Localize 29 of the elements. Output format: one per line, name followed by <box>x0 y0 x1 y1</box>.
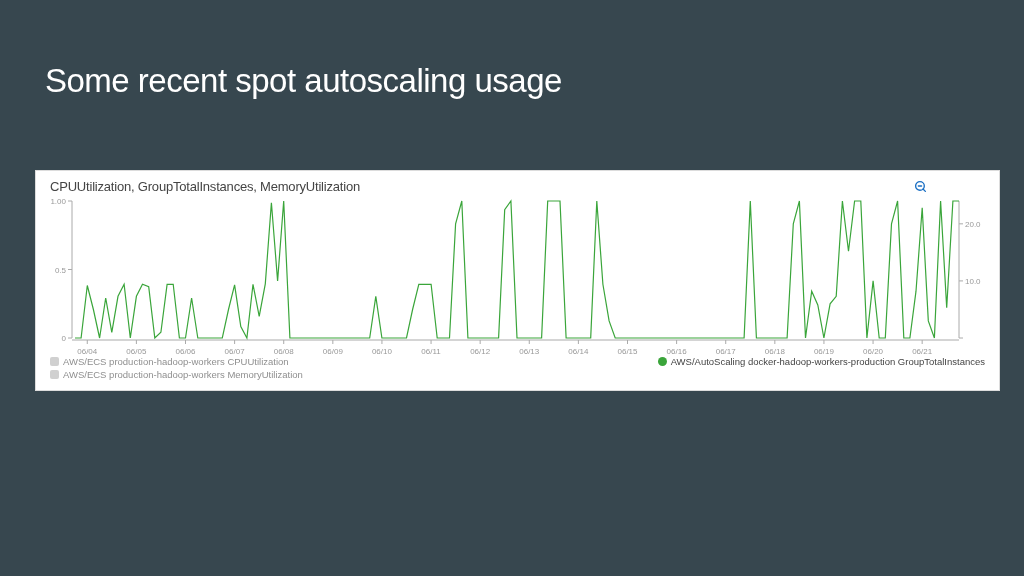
axis-label: 0.5 <box>54 265 66 275</box>
axis-label: 20.0 <box>965 219 981 229</box>
axis-label: 06/13 <box>519 347 540 356</box>
axis-label: 06/06 <box>175 347 196 356</box>
axis-label: 06/11 <box>421 347 441 356</box>
zoom-out-icon[interactable] <box>914 180 927 193</box>
axis-label: 1.00 <box>50 197 66 206</box>
axis-label: 06/07 <box>224 347 245 356</box>
axis-label: 06/16 <box>666 347 687 356</box>
axis-label: 06/08 <box>273 347 294 356</box>
legend-item[interactable]: AWS/AutoScaling docker-hadoop-workers-production GroupTotalInstances <box>657 356 985 367</box>
axis-label: 06/19 <box>813 347 834 356</box>
axis-label: 06/04 <box>77 347 98 356</box>
legend-swatch-icon <box>50 370 59 379</box>
axis-label: 06/14 <box>568 347 589 356</box>
legend-swatch-icon <box>50 357 59 366</box>
axis-label: 06/09 <box>322 347 343 356</box>
axis-label: 06/12 <box>470 347 491 356</box>
axis-label: 0 <box>61 334 66 343</box>
axis-label: 06/17 <box>715 347 736 356</box>
slide-title: Some recent spot autoscaling usage <box>45 61 563 101</box>
axis-label: 06/21 <box>912 347 933 356</box>
axis-label: 06/05 <box>126 347 147 356</box>
axis-label: 06/18 <box>764 347 785 356</box>
chart-title: CPUUtilization, GroupTotalInstances, MemoryUtilization <box>50 179 360 194</box>
axis-label: 06/15 <box>617 347 638 356</box>
axis-label: 10.0 <box>965 276 981 286</box>
axis-label: 06/10 <box>371 347 392 356</box>
axis-label: 06/20 <box>863 347 884 356</box>
